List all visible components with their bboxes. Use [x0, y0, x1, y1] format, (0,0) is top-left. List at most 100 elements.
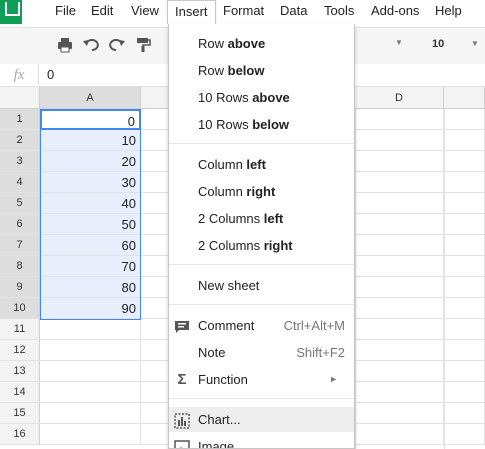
cell[interactable] — [444, 151, 485, 172]
cell[interactable] — [141, 130, 169, 151]
cell[interactable] — [40, 424, 141, 445]
cell[interactable]: 40 — [40, 193, 141, 214]
row-header[interactable]: 11 — [0, 319, 40, 340]
undo-icon[interactable] — [82, 36, 100, 54]
cell[interactable] — [444, 277, 485, 298]
cell[interactable] — [40, 382, 141, 403]
select-all-corner[interactable] — [0, 87, 40, 109]
menu-item-column-left[interactable]: Column left — [169, 152, 354, 177]
menu-item-function[interactable]: Σ Function ► — [169, 367, 354, 392]
menu-item-10-rows-above[interactable]: 10 Rows above — [169, 85, 354, 110]
menu-tools[interactable]: Tools — [317, 0, 361, 24]
active-cell[interactable]: 0 — [40, 109, 141, 130]
cell[interactable] — [141, 235, 169, 256]
menu-help[interactable]: Help — [428, 0, 469, 24]
cell[interactable]: 20 — [40, 151, 141, 172]
row-header[interactable]: 3 — [0, 151, 40, 172]
cell[interactable] — [444, 361, 485, 382]
cell[interactable] — [141, 151, 169, 172]
cell[interactable] — [40, 340, 141, 361]
cell[interactable] — [141, 382, 169, 403]
row-header[interactable]: 5 — [0, 193, 40, 214]
cell[interactable] — [444, 172, 485, 193]
cell[interactable]: 30 — [40, 172, 141, 193]
cell[interactable]: 80 — [40, 277, 141, 298]
cell[interactable] — [444, 424, 485, 445]
cell[interactable] — [355, 256, 444, 277]
cell[interactable] — [141, 256, 169, 277]
cell[interactable]: 50 — [40, 214, 141, 235]
menu-addons[interactable]: Add-ons — [364, 0, 426, 24]
redo-icon[interactable] — [108, 36, 126, 54]
row-header[interactable]: 7 — [0, 235, 40, 256]
font-size-dropdown[interactable]: 10 ▼ — [425, 36, 479, 56]
row-header[interactable]: 6 — [0, 214, 40, 235]
row-header[interactable]: 8 — [0, 256, 40, 277]
cell[interactable] — [141, 403, 169, 424]
column-header-a[interactable]: A — [40, 87, 141, 109]
paint-format-icon[interactable] — [134, 36, 152, 54]
row-header[interactable]: 13 — [0, 361, 40, 382]
cell[interactable] — [355, 340, 444, 361]
menu-view[interactable]: View — [124, 0, 166, 24]
row-header[interactable]: 9 — [0, 277, 40, 298]
menu-item-comment[interactable]: Comment Ctrl+Alt+M — [169, 313, 354, 338]
cell[interactable] — [355, 298, 444, 319]
menu-item-chart[interactable]: Chart... — [169, 407, 354, 432]
cell[interactable] — [444, 403, 485, 424]
cell[interactable] — [355, 361, 444, 382]
column-header-e[interactable] — [444, 87, 485, 109]
cell[interactable] — [444, 109, 485, 130]
cell[interactable] — [141, 277, 169, 298]
column-header-b[interactable] — [141, 87, 169, 109]
cell[interactable] — [40, 319, 141, 340]
cell[interactable] — [444, 193, 485, 214]
cell[interactable] — [444, 214, 485, 235]
row-header[interactable]: 15 — [0, 403, 40, 424]
formula-input[interactable]: 0 — [47, 67, 54, 82]
cell[interactable] — [355, 382, 444, 403]
row-header[interactable]: 10 — [0, 298, 40, 319]
cell[interactable]: 10 — [40, 130, 141, 151]
menu-item-row-below[interactable]: Row below — [169, 58, 354, 83]
cell[interactable] — [444, 256, 485, 277]
menu-item-10-rows-below[interactable]: 10 Rows below — [169, 112, 354, 137]
cell[interactable] — [444, 382, 485, 403]
cell[interactable] — [141, 319, 169, 340]
cell[interactable]: 60 — [40, 235, 141, 256]
row-header[interactable]: 4 — [0, 172, 40, 193]
row-header[interactable]: 12 — [0, 340, 40, 361]
menu-item-2-columns-left[interactable]: 2 Columns left — [169, 206, 354, 231]
menu-item-new-sheet[interactable]: New sheet — [169, 273, 354, 298]
menu-item-row-above[interactable]: Row above — [169, 31, 354, 56]
print-icon[interactable] — [56, 36, 74, 54]
cell[interactable] — [355, 172, 444, 193]
cell[interactable] — [40, 403, 141, 424]
cell[interactable] — [355, 130, 444, 151]
font-dropdown-arrow-icon[interactable]: ▼ — [395, 38, 403, 47]
cell[interactable] — [355, 151, 444, 172]
cell[interactable] — [355, 424, 444, 445]
menu-item-column-right[interactable]: Column right — [169, 179, 354, 204]
cell[interactable] — [444, 298, 485, 319]
menu-file[interactable]: File — [48, 0, 83, 24]
menu-insert[interactable]: Insert — [167, 0, 216, 24]
row-header[interactable]: 16 — [0, 424, 40, 445]
cell[interactable]: 70 — [40, 256, 141, 277]
cell[interactable] — [141, 109, 169, 130]
menu-item-2-columns-right[interactable]: 2 Columns right — [169, 233, 354, 258]
cell[interactable] — [355, 235, 444, 256]
cell[interactable] — [355, 403, 444, 424]
menu-item-note[interactable]: Note Shift+F2 — [169, 340, 354, 365]
cell[interactable] — [444, 340, 485, 361]
sheets-logo-icon[interactable] — [0, 0, 22, 24]
cell[interactable] — [141, 361, 169, 382]
cell[interactable] — [141, 298, 169, 319]
cell[interactable] — [40, 361, 141, 382]
cell[interactable] — [141, 193, 169, 214]
menu-edit[interactable]: Edit — [84, 0, 120, 24]
cell[interactable] — [444, 319, 485, 340]
cell[interactable] — [355, 109, 444, 130]
cell[interactable] — [444, 130, 485, 151]
menu-data[interactable]: Data — [273, 0, 314, 24]
